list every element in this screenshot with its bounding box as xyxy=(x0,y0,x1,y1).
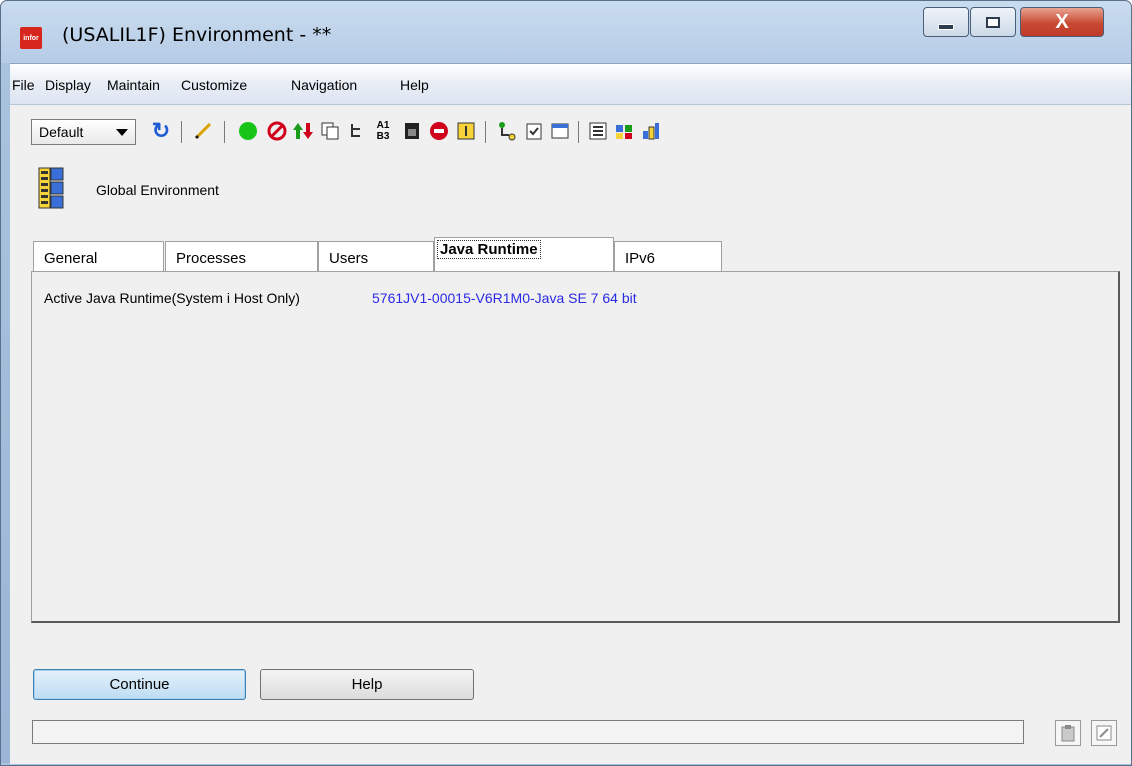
clipboard-check-icon[interactable] xyxy=(524,121,544,141)
minimize-button[interactable] xyxy=(923,7,969,37)
menu-display[interactable]: Display xyxy=(45,77,91,93)
edit-pencil-icon[interactable] xyxy=(193,121,213,141)
toolbar-separator xyxy=(181,121,182,143)
infor-logo-icon: infor xyxy=(20,27,42,49)
clipboard-icon[interactable] xyxy=(1055,720,1081,746)
minimize-icon xyxy=(938,24,954,30)
tab-label: Users xyxy=(329,250,369,267)
a1-b3-icon[interactable]: A1 B3 xyxy=(373,120,393,142)
tab-ipv6[interactable]: IPv6 xyxy=(614,241,722,272)
window-icon[interactable] xyxy=(550,121,570,141)
green-circle-icon[interactable] xyxy=(238,121,258,141)
matrix-icon[interactable] xyxy=(614,121,634,141)
help-button[interactable]: Help xyxy=(260,669,474,700)
edit-note-icon[interactable] xyxy=(1091,720,1117,746)
red-blocked-icon[interactable] xyxy=(429,121,449,141)
up-down-arrows-icon[interactable] xyxy=(293,121,313,141)
continue-button[interactable]: Continue xyxy=(33,669,246,700)
view-select[interactable]: Default xyxy=(31,119,136,145)
status-bar xyxy=(32,720,1024,744)
grid-blocks-icon[interactable] xyxy=(640,121,660,141)
toolbar: Default ↻ A1 B3 xyxy=(10,105,1131,153)
menu-navigation[interactable]: Navigation xyxy=(291,77,357,93)
maximize-icon xyxy=(986,16,1000,28)
window-frame-left xyxy=(1,63,10,763)
menu-bar: File Display Maintain Customize Navigati… xyxy=(10,64,1131,105)
menu-help[interactable]: Help xyxy=(400,77,429,93)
maximize-button[interactable] xyxy=(970,7,1016,37)
menu-maintain[interactable]: Maintain xyxy=(107,77,160,93)
toolbar-separator xyxy=(485,121,486,143)
global-environment-icon xyxy=(38,167,64,209)
page-title: Global Environment xyxy=(96,182,219,198)
title-bar[interactable]: infor (USALIL1F) Environment - ** X xyxy=(1,1,1131,63)
menu-file[interactable]: File xyxy=(12,77,35,93)
view-select-value: Default xyxy=(39,124,84,140)
active-java-runtime-value: 5761JV1-00015-V6R1M0-Java SE 7 64 bit xyxy=(372,290,637,306)
tree-icon[interactable] xyxy=(348,121,368,141)
close-button[interactable]: X xyxy=(1020,7,1104,37)
tab-label: Processes xyxy=(176,250,247,267)
list-view-icon[interactable] xyxy=(588,121,608,141)
tab-processes[interactable]: Processes xyxy=(165,241,318,272)
tab-label: Java Runtime xyxy=(437,240,541,259)
tab-java-runtime[interactable]: Java Runtime xyxy=(434,237,614,273)
menu-customize[interactable]: Customize xyxy=(181,77,247,93)
close-icon: X xyxy=(1055,10,1069,33)
tab-users[interactable]: Users xyxy=(318,241,434,272)
info-icon[interactable] xyxy=(456,121,476,141)
stop-icon[interactable] xyxy=(267,121,287,141)
application-window: infor (USALIL1F) Environment - ** X File… xyxy=(0,0,1132,766)
tab-panel-java-runtime: Active Java Runtime(System i Host Only) … xyxy=(31,271,1120,623)
refresh-icon[interactable]: ↻ xyxy=(151,118,171,143)
tab-general[interactable]: General xyxy=(33,241,164,272)
hierarchy-icon[interactable] xyxy=(497,121,517,141)
active-java-runtime-label: Active Java Runtime(System i Host Only) xyxy=(44,290,300,306)
window-title: (USALIL1F) Environment - ** xyxy=(62,24,332,46)
chevron-down-icon xyxy=(116,129,128,136)
copy-icon[interactable] xyxy=(320,121,340,141)
tab-label: IPv6 xyxy=(625,250,656,267)
tab-label: General xyxy=(44,250,98,267)
client-area: File Display Maintain Customize Navigati… xyxy=(10,63,1131,764)
toolbar-separator xyxy=(578,121,579,143)
toolbar-separator xyxy=(224,121,225,143)
document-icon[interactable] xyxy=(402,121,422,141)
